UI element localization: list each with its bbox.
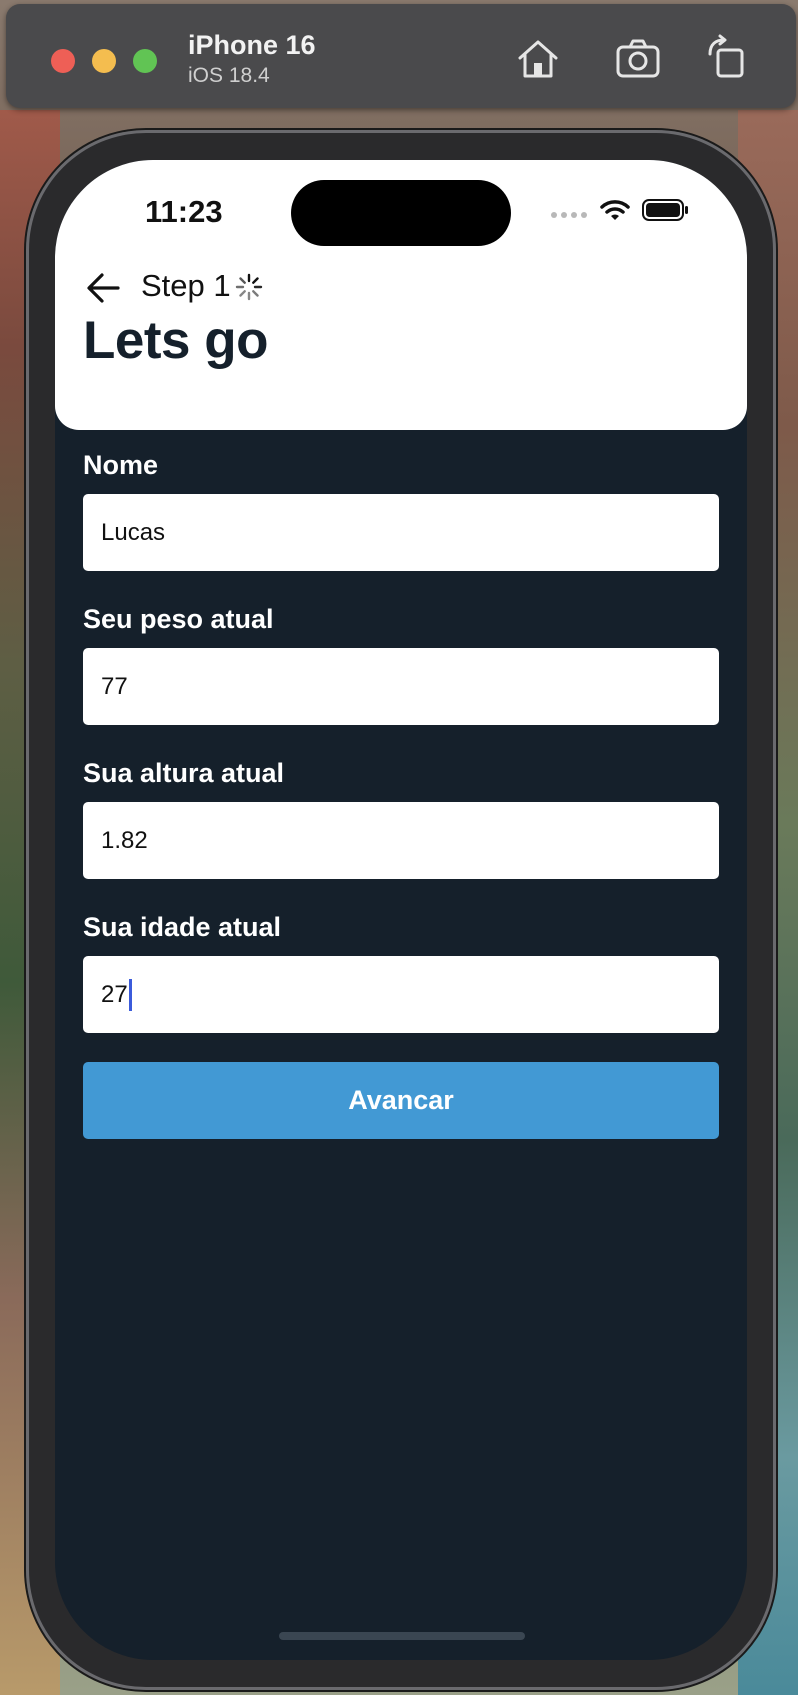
age-input-value: 27 [101,980,128,1008]
advance-button[interactable]: Avancar [83,1062,719,1139]
cellular-signal-icon [551,212,587,218]
name-label: Nome [83,450,159,480]
name-input[interactable]: Lucas [83,494,719,571]
weight-input[interactable]: 77 [83,648,719,725]
rotate-icon[interactable] [704,34,752,82]
age-label: Sua idade atual [83,912,282,942]
phone-screen: 11:23 Step 1 Lets go Nome Lucas Seu peso… [55,160,747,1660]
device-os-version: iOS 18.4 [188,64,270,87]
back-arrow-icon[interactable] [85,270,121,306]
minimize-window-button[interactable] [92,49,116,73]
dynamic-island [291,180,511,246]
weight-input-value: 77 [101,672,128,700]
page-title: Lets go [83,311,268,370]
height-input-value: 1.82 [101,826,148,854]
name-input-value: Lucas [101,518,166,546]
home-icon[interactable] [514,34,562,82]
device-name: iPhone 16 [188,30,316,60]
status-time: 11:23 [145,194,223,229]
height-input[interactable]: 1.82 [83,802,719,879]
age-input[interactable]: 27 [83,956,719,1033]
home-indicator[interactable] [279,1632,525,1640]
close-window-button[interactable] [51,49,75,73]
simulator-titlebar: iPhone 16 iOS 18.4 [6,4,796,108]
camera-icon[interactable] [614,34,662,82]
height-label: Sua altura atual [83,758,285,788]
iphone-frame: 11:23 Step 1 Lets go Nome Lucas Seu peso… [26,130,776,1690]
zoom-window-button[interactable] [133,49,157,73]
app-header: 11:23 Step 1 Lets go [55,160,747,430]
step-label: Step 1 [141,268,231,303]
weight-label: Seu peso atual [83,604,274,634]
battery-icon [642,199,688,221]
wifi-icon [600,200,630,220]
loading-spinner-icon [235,273,263,301]
text-caret [128,978,132,1011]
